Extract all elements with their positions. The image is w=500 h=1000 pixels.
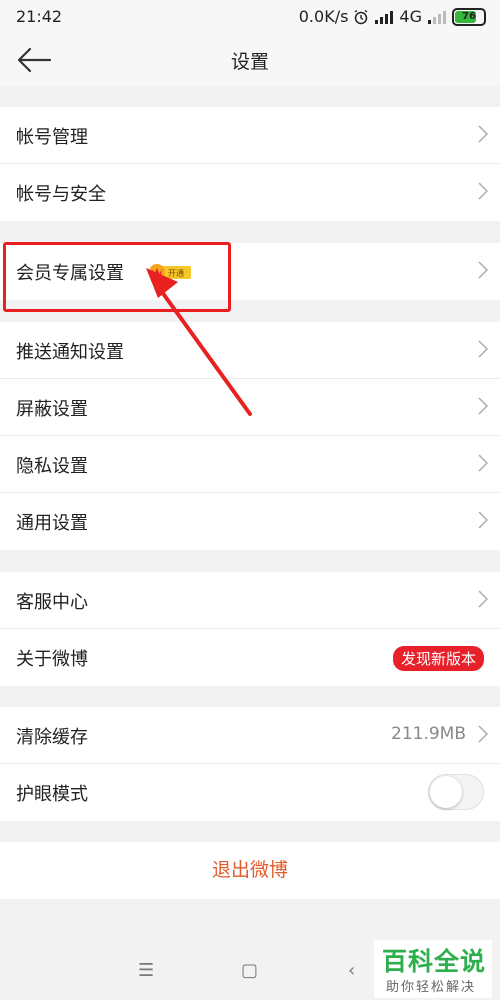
page-title: 设置: [230, 51, 269, 73]
settings-group-account: 帐号管理 帐号与安全: [0, 107, 500, 221]
chevron-right-icon: [478, 340, 488, 358]
setting-label: 清除缓存: [16, 727, 88, 748]
setting-label: 帐号管理: [16, 127, 88, 148]
chevron-right-icon: [478, 182, 488, 200]
settings-group-about: 客服中心 关于微博 发现新版本: [0, 572, 500, 686]
setting-label: 推送通知设置: [16, 342, 124, 363]
chevron-right-icon: [478, 725, 488, 743]
chevron-right-icon: [478, 397, 488, 415]
eye-protection-toggle[interactable]: [428, 774, 484, 810]
setting-privacy[interactable]: 隐私设置: [0, 436, 500, 493]
battery-icon: 76: [452, 7, 486, 26]
logout-group: 退出微博: [0, 842, 500, 899]
nav-bar: 设置: [0, 34, 500, 86]
watermark-sub: 助你轻松解决: [386, 980, 477, 995]
settings-group-storage: 清除缓存 211.9MB 护眼模式: [0, 707, 500, 821]
setting-account-security[interactable]: 帐号与安全: [0, 164, 500, 221]
chevron-right-icon: [478, 590, 488, 608]
setting-clear-cache[interactable]: 清除缓存 211.9MB: [0, 707, 500, 764]
chevron-right-icon: [478, 511, 488, 529]
menu-key-icon[interactable]: ☰: [138, 960, 154, 981]
signal-weak-icon: [428, 10, 446, 24]
status-bar: 21:42 0.0K/s 4G 76: [0, 0, 500, 34]
setting-label: 屏蔽设置: [16, 399, 88, 420]
toggle-knob: [430, 776, 462, 808]
annotation-arrow-icon: [146, 268, 252, 416]
setting-label: 隐私设置: [16, 456, 88, 477]
status-time: 21:42: [16, 7, 63, 26]
setting-label: 帐号与安全: [16, 184, 106, 205]
home-key-icon[interactable]: ▢: [241, 960, 258, 981]
network-speed: 0.0K/s: [298, 7, 349, 26]
setting-general[interactable]: 通用设置: [0, 493, 500, 550]
chevron-right-icon: [478, 454, 488, 472]
chevron-right-icon: [478, 261, 488, 279]
back-key-icon[interactable]: ‹: [348, 960, 355, 981]
watermark-main: 百科全说: [382, 947, 487, 976]
setting-label: 客服中心: [16, 592, 88, 613]
setting-label: 通用设置: [16, 513, 88, 534]
setting-label: 关于微博: [16, 649, 88, 670]
setting-customer-service[interactable]: 客服中心: [0, 572, 500, 629]
status-right: 0.0K/s 4G 76: [299, 7, 486, 26]
watermark-logo: 百科全说 助你轻松解决: [374, 940, 492, 998]
cache-size: 211.9MB: [391, 724, 466, 744]
chevron-right-icon: [478, 125, 488, 143]
setting-about-weibo[interactable]: 关于微博 发现新版本: [0, 629, 500, 686]
setting-label: 护眼模式: [16, 784, 88, 805]
new-version-badge: 发现新版本: [392, 646, 484, 671]
network-type: 4G: [399, 7, 422, 26]
setting-eye-protection: 护眼模式: [0, 764, 500, 821]
alarm-icon: [355, 9, 368, 24]
setting-account-management[interactable]: 帐号管理: [0, 107, 500, 164]
signal-icon: [375, 10, 394, 24]
logout-button[interactable]: 退出微博: [0, 842, 500, 899]
battery-level: 76: [462, 10, 476, 22]
